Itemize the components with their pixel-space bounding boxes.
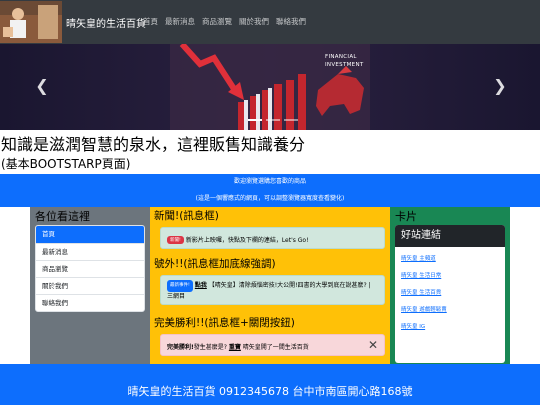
nav-link-home[interactable]: 首頁	[143, 16, 158, 27]
carousel-prev-button[interactable]: ❮	[30, 74, 54, 98]
news-badge: 新聞!	[167, 236, 184, 244]
extra-badge: 最新事件!	[167, 280, 193, 292]
list-item-about[interactable]: 關於我們	[36, 277, 144, 294]
news-alert-text: 新影片上映囉，快點及下欄的連結，Let's Go!	[185, 237, 309, 244]
list-item-contact[interactable]: 聯絡我們	[36, 294, 144, 311]
left-column-heading: 各位看這裡	[35, 210, 90, 223]
nav-links: 首頁 最新消息 商品瀏覽 關於我們 聯絡我們	[143, 16, 313, 27]
welcome-banner: 歡迎瀏覽選購您喜歡的商品 (這是一個響應式的網頁，可以調整瀏覽器寬度查看變化)	[0, 174, 540, 207]
carousel-image	[0, 44, 540, 130]
right-column: 卡片 好站連結 晴矢皇 主頻道 晴矢皇 生活日常 晴矢皇 生活百貨 晴矢皇 遊戲…	[390, 207, 510, 364]
list-item-news[interactable]: 最新消息	[36, 243, 144, 260]
news-heading: 新聞!(訊息框)	[154, 210, 219, 222]
card-links: 晴矢皇 主頻道 晴矢皇 生活日常 晴矢皇 生活百貨 晴矢皇 遊戲輕鬆賣 晴矢皇 …	[395, 247, 505, 330]
list-item-home[interactable]: 首頁	[36, 226, 144, 243]
page-subtitle: (基本BOOTSTARP頁面)	[1, 157, 131, 171]
extra-heading: 號外!!(訊息框加底線強調)	[154, 258, 276, 270]
card-link-store[interactable]: 晴矢皇 生活百貨	[401, 288, 505, 296]
banner-welcome-text: 歡迎瀏覽選購您喜歡的商品	[233, 178, 306, 185]
win-alert: 完美勝利!發生甚麼是? 重寶 晴矢皇開了一間生活百貨 ✕	[160, 334, 385, 356]
extra-link[interactable]: 點我	[195, 282, 207, 289]
carousel-caption-line-2: INVESTMENT	[325, 62, 364, 68]
card-link-main-channel[interactable]: 晴矢皇 主頻道	[401, 254, 505, 262]
nav-link-news[interactable]: 最新消息	[165, 16, 195, 27]
carousel-indicators	[248, 119, 298, 121]
carousel-next-button[interactable]: ❯	[488, 74, 512, 98]
card-link-ig[interactable]: 晴矢皇 IG	[401, 322, 505, 330]
nav-link-contact[interactable]: 聯絡我們	[276, 16, 306, 27]
win-link[interactable]: 重寶	[229, 344, 241, 351]
middle-column: 新聞!(訊息框) 新聞! 新影片上映囉，快點及下欄的連結，Let's Go! 號外…	[150, 207, 390, 364]
carousel-indicator-1[interactable]	[248, 119, 262, 121]
navbar: 晴矢皇的生活百貨 首頁 最新消息 商品瀏覽 關於我們 聯絡我們	[0, 0, 540, 44]
links-card: 好站連結 晴矢皇 主頻道 晴矢皇 生活日常 晴矢皇 生活百貨 晴矢皇 遊戲輕鬆賣…	[395, 225, 505, 363]
right-column-heading: 卡片	[395, 210, 417, 223]
side-nav-list: 首頁 最新消息 商品瀏覽 關於我們 聯絡我們	[35, 225, 145, 312]
footer-text: 晴矢皇的生活百貨 0912345678 台中市南區開心路168號	[127, 385, 413, 398]
banner-note-text: (這是一個響應式的網頁，可以調整瀏覽器寬度查看變化)	[195, 195, 345, 202]
carousel-indicator-3[interactable]	[284, 119, 298, 121]
chevron-right-icon: ❯	[493, 76, 507, 95]
left-column: 各位看這裡 首頁 最新消息 商品瀏覽 關於我們 聯絡我們	[30, 207, 150, 364]
page-title: 知識是滋潤智慧的泉水，這裡販售知識養分	[1, 135, 306, 154]
win-alert-text-2: 晴矢皇開了一間生活百貨	[242, 344, 309, 351]
card-link-daily-life[interactable]: 晴矢皇 生活日常	[401, 271, 505, 279]
nav-link-about[interactable]: 關於我們	[239, 16, 269, 27]
news-alert: 新聞! 新影片上映囉，快點及下欄的連結，Let's Go!	[160, 227, 385, 249]
card-link-games[interactable]: 晴矢皇 遊戲輕鬆賣	[401, 305, 505, 313]
chevron-left-icon: ❮	[35, 76, 49, 95]
footer: 晴矢皇的生活百貨 0912345678 台中市南區開心路168號	[0, 364, 540, 405]
win-heading: 完美勝利!!(訊息框+關閉按鈕)	[154, 317, 295, 329]
extra-alert: 最新事件! 點我 【晴矢皇】清除煩惱密技!大公開!四書的大學到底在說甚麼? | 三…	[160, 275, 385, 305]
carousel-indicator-2[interactable]	[266, 119, 280, 121]
brand-name[interactable]: 晴矢皇的生活百貨	[66, 15, 146, 30]
nav-link-products[interactable]: 商品瀏覽	[202, 16, 232, 27]
win-alert-text-1: 發生甚麼是?	[193, 344, 227, 351]
carousel: FINANCIAL INVESTMENT ❮ ❯	[0, 44, 540, 130]
close-icon[interactable]: ✕	[368, 338, 378, 352]
brand-logo-image[interactable]	[0, 1, 62, 43]
carousel-caption: FINANCIAL INVESTMENT	[325, 53, 364, 69]
carousel-caption-line-1: FINANCIAL	[325, 54, 357, 60]
card-title: 好站連結	[395, 225, 505, 247]
win-alert-bold: 完美勝利!	[167, 344, 194, 351]
list-item-products[interactable]: 商品瀏覽	[36, 260, 144, 277]
